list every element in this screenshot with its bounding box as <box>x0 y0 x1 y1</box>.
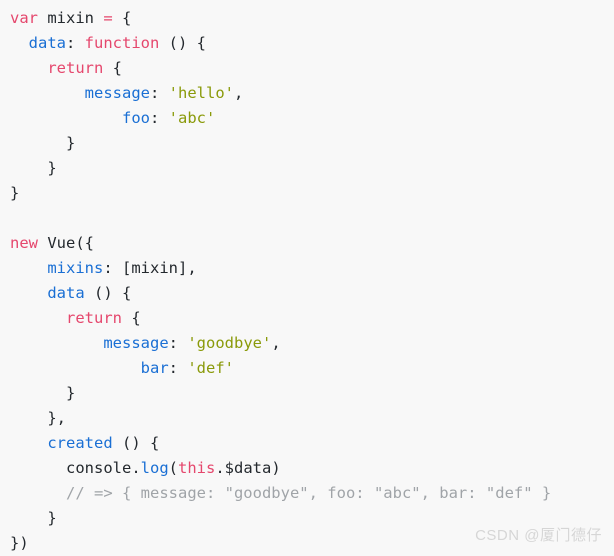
code-token-plain: mixin <box>47 9 95 27</box>
code-token-punct: . <box>131 459 141 477</box>
code-token-punct: } <box>47 159 57 177</box>
code-line: } <box>10 381 614 406</box>
code-line: message: 'hello', <box>10 81 614 106</box>
code-token-string: 'abc' <box>168 109 216 127</box>
code-token-punct: : <box>168 334 188 352</box>
code-token-property: message <box>103 334 169 352</box>
code-line: mixins: [mixin], <box>10 256 614 281</box>
code-token-keyword: return <box>66 309 122 327</box>
code-token-keyword: = <box>103 9 113 27</box>
code-token-property: message <box>84 84 150 102</box>
code-token-punct: : <box>66 34 85 52</box>
code-line: }, <box>10 406 614 431</box>
code-token-plain: mixin <box>131 259 178 277</box>
code-token-property: mixins <box>47 259 104 277</box>
code-line: message: 'goodbye', <box>10 331 614 356</box>
code-token-property: foo <box>121 109 150 127</box>
code-token-punct: , <box>233 84 244 102</box>
code-line: return { <box>10 56 614 81</box>
code-token-string: 'hello' <box>168 84 234 102</box>
code-token-property: bar <box>140 359 169 377</box>
csdn-watermark: CSDN @厦门德仔 <box>475 527 602 544</box>
code-token-plain: Vue <box>47 234 76 252</box>
code-line: } <box>10 156 614 181</box>
code-token-keyword: var <box>10 9 38 27</box>
code-token-string: 'goodbye' <box>187 334 272 352</box>
code-token-punct: ( <box>168 459 179 477</box>
code-line: console.log(this.$data) <box>10 456 614 481</box>
code-token-punct: ({ <box>75 234 95 252</box>
code-token-punct: }, <box>47 409 66 427</box>
code-token-func: log <box>140 459 169 477</box>
code-line: var mixin = { <box>10 6 614 31</box>
code-token-keyword: new <box>10 234 38 252</box>
code-token-punct: : <box>149 84 169 102</box>
code-token-punct: } <box>66 134 76 152</box>
code-line: foo: 'abc' <box>10 106 614 131</box>
code-token-punct: } <box>66 384 76 402</box>
code-line: return { <box>10 306 614 331</box>
code-line: } <box>10 181 614 206</box>
code-line: // => { message: "goodbye", foo: "abc", … <box>10 481 614 506</box>
code-token-punct: { <box>103 59 122 77</box>
code-token-property: created <box>47 434 113 452</box>
code-token-punct: () { <box>159 34 206 52</box>
code-line: data: function () { <box>10 31 614 56</box>
code-line: created () { <box>10 431 614 456</box>
code-line: } <box>10 131 614 156</box>
code-snippet-viewer: var mixin = { data: function () { return… <box>0 0 614 555</box>
code-block[interactable]: var mixin = { data: function () { return… <box>0 0 614 556</box>
code-token-punct: } <box>47 509 57 527</box>
code-token-plain: .$data <box>215 459 272 477</box>
code-token-plain: console <box>66 459 132 477</box>
code-token-this: this <box>178 459 216 477</box>
code-token-keyword: function <box>84 34 160 52</box>
code-token-punct: ], <box>178 259 197 277</box>
code-token-comment: // => { message: "goodbye", foo: "abc", … <box>66 484 552 502</box>
code-token-punct: }) <box>10 534 29 552</box>
code-token-punct: ) <box>271 459 281 477</box>
code-token-punct: } <box>10 184 20 202</box>
code-token-punct: , <box>271 334 281 352</box>
code-token-punct: : <box>168 359 188 377</box>
code-line: data () { <box>10 281 614 306</box>
code-line: ​ <box>10 206 614 231</box>
code-token-property: data <box>47 284 85 302</box>
code-token-punct: () { <box>112 434 160 452</box>
code-line: new Vue({ <box>10 231 614 256</box>
code-token-string: 'def' <box>187 359 234 377</box>
code-token-punct: { <box>122 9 132 27</box>
code-line: bar: 'def' <box>10 356 614 381</box>
code-token-punct: { <box>122 309 141 327</box>
code-token-property: data <box>28 34 66 52</box>
code-token-keyword: return <box>47 59 104 77</box>
code-token-punct: : [ <box>103 259 132 277</box>
code-token-punct: : <box>149 109 169 127</box>
code-token-punct: () { <box>84 284 132 302</box>
